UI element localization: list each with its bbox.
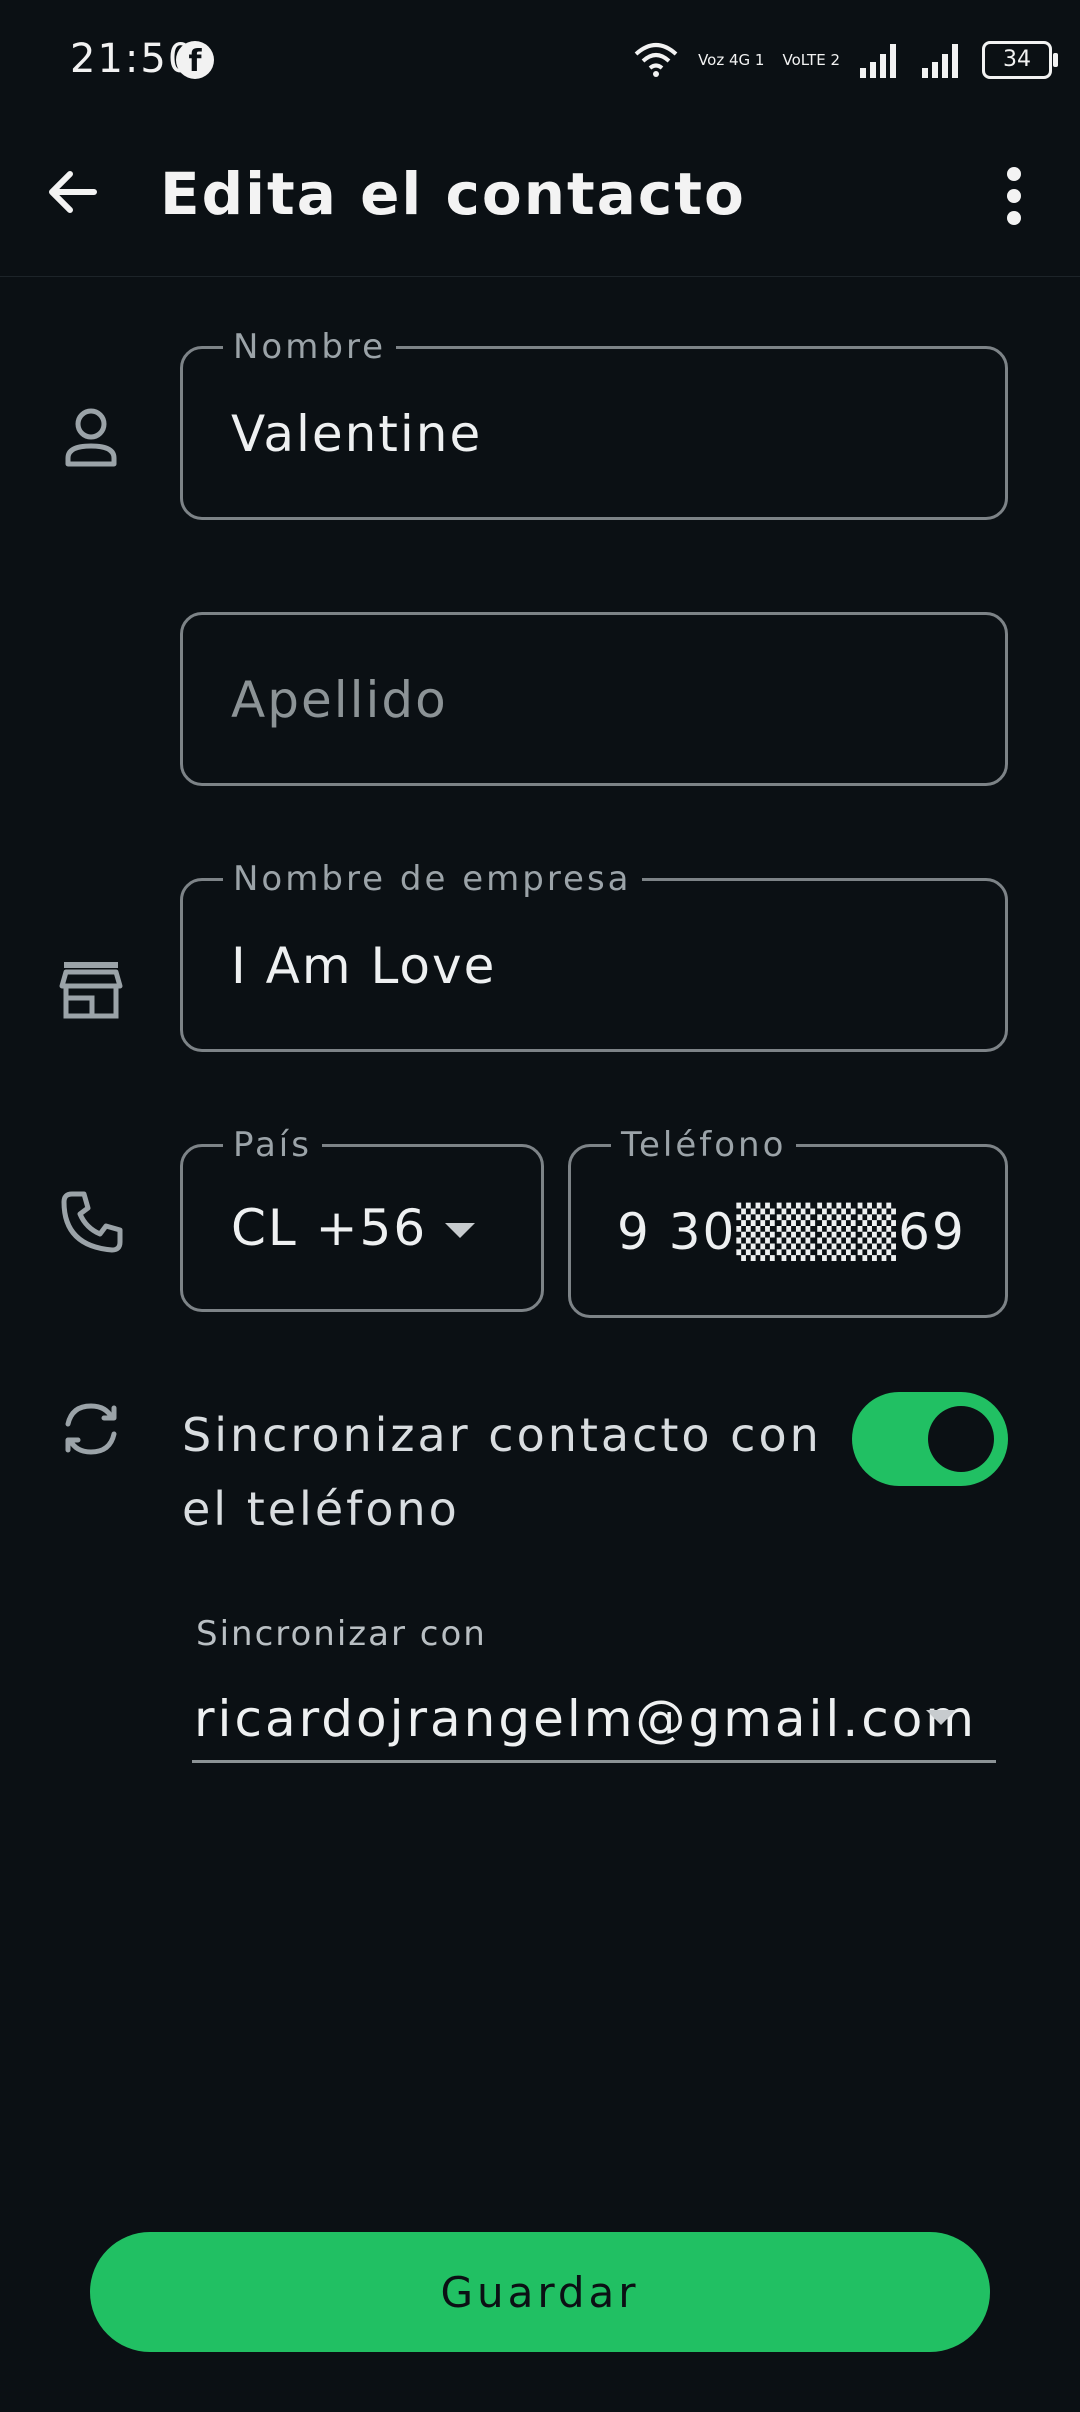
last-name-field[interactable]: Apellido — [180, 612, 1008, 786]
first-name-field[interactable]: Nombre Valentine — [180, 327, 1008, 520]
toggle-knob — [928, 1406, 994, 1472]
phone-icon — [56, 1188, 126, 1258]
store-icon — [56, 954, 126, 1024]
phone-field[interactable]: Teléfono 9 30▒▒▒▒69 — [568, 1125, 1008, 1318]
sync-contact-label: Sincronizar contacto con el teléfono — [182, 1408, 822, 1536]
back-button[interactable] — [40, 160, 104, 224]
country-value: CL +56 — [231, 1199, 428, 1257]
save-button[interactable]: Guardar — [90, 2232, 990, 2352]
arrow-back-icon — [49, 171, 97, 213]
sync-contact-toggle[interactable] — [852, 1392, 1008, 1486]
sync-icon — [56, 1394, 126, 1464]
battery-icon: 34 — [982, 41, 1058, 79]
person-icon — [56, 402, 126, 472]
phone-value: 9 30▒▒▒▒69 — [617, 1203, 966, 1261]
chevron-down-icon — [445, 1223, 475, 1238]
first-name-value: Valentine — [231, 405, 483, 463]
last-name-placeholder: Apellido — [231, 671, 448, 729]
country-label: País — [223, 1125, 322, 1165]
facebook-notification-icon: f — [176, 41, 214, 79]
chevron-down-icon — [926, 1710, 956, 1725]
country-code-select[interactable]: País CL +56 — [180, 1125, 544, 1312]
page-title: Edita el contacto — [160, 160, 746, 228]
sync-account-select[interactable]: ricardojrangelm@gmail.com — [192, 1680, 996, 1763]
status-icons: Voz 4G 1 VoLTE 2 34 — [632, 30, 1058, 90]
network-type-1: Voz 4G 1 — [698, 51, 765, 69]
sync-with-label: Sincronizar con — [196, 1614, 487, 1654]
sync-account-value: ricardojrangelm@gmail.com — [194, 1690, 978, 1748]
network-type-2: VoLTE 2 — [782, 51, 840, 69]
first-name-label: Nombre — [223, 327, 397, 367]
more-options-button[interactable] — [994, 160, 1034, 232]
company-label: Nombre de empresa — [223, 859, 642, 899]
phone-label: Teléfono — [611, 1125, 797, 1165]
signal-icon-sim2 — [922, 44, 958, 78]
wifi-icon — [634, 43, 678, 77]
company-field[interactable]: Nombre de empresa I Am Love — [180, 859, 1008, 1052]
company-value: I Am Love — [231, 937, 497, 995]
more-vert-icon — [1007, 167, 1021, 225]
signal-icon-sim1 — [860, 44, 896, 78]
